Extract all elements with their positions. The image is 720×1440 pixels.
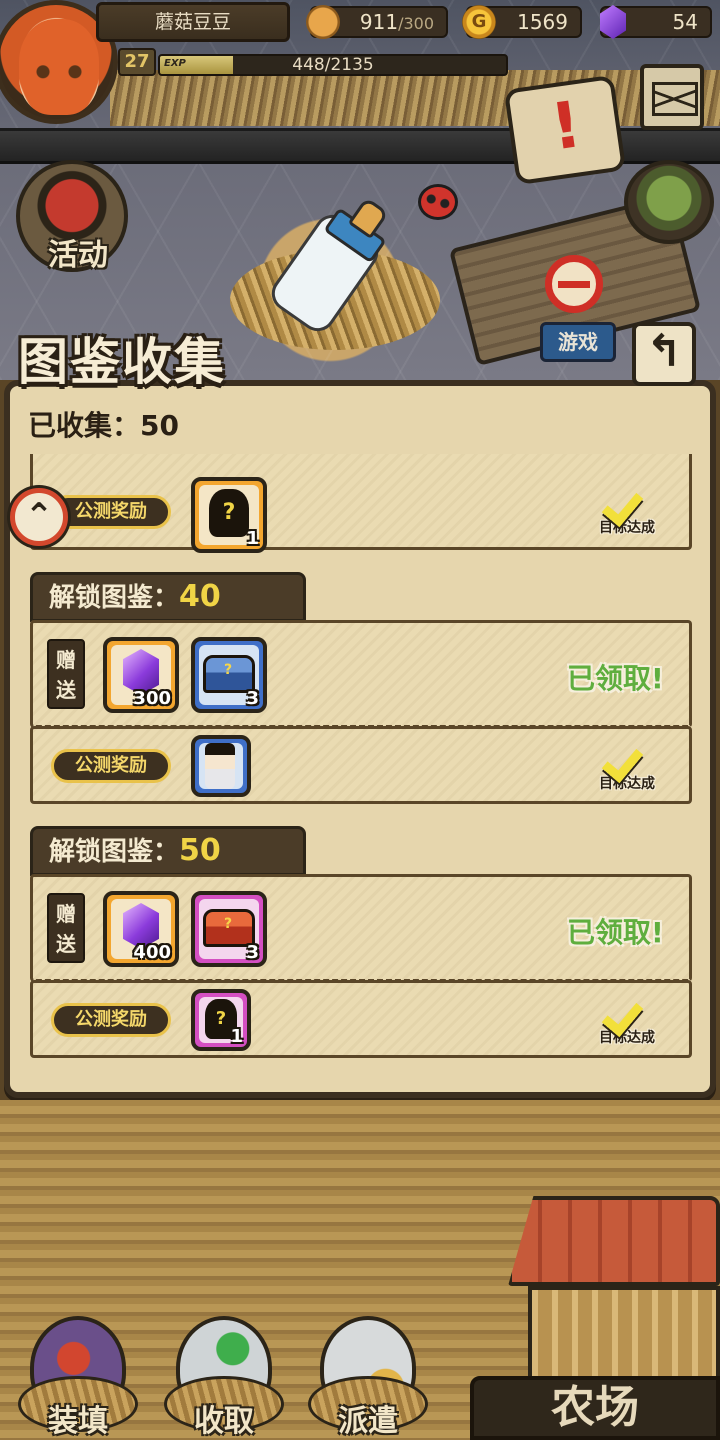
bread-resource[interactable]: 911/300 [306,5,448,39]
collected-count: 已收集：50 [28,409,179,442]
exp-bar: EXP 448/2135 [158,54,508,76]
unlock-label: 解锁图鉴： [49,837,180,867]
load-button[interactable]: 装填 [18,1316,138,1439]
panel-title: 图鉴收集 [18,332,226,391]
no-entry-icon [545,255,603,313]
gift-label: 赠送 [47,639,85,709]
item-count: 3 [246,688,259,709]
exp-value: 448/2135 [292,55,374,75]
gift-label: 赠送 [47,893,85,963]
item-count: 3 [246,942,259,963]
reward-item-character[interactable] [191,735,251,797]
gem-icon [600,5,626,39]
dispatch-label: 派遣 [338,1404,398,1439]
character-icon [205,743,235,789]
tier-reward-row: 公测奖励 ? 1 目标达成 [30,980,692,1058]
goal-achieved-label: 目标达成 [599,776,655,792]
item-count: 300 [133,688,171,709]
item-count: 400 [133,942,171,963]
tier-gift-row: 赠送 300 3 已领取! [30,620,692,728]
mail-button[interactable] [640,64,704,130]
goal-achieved-label: 目标达成 [599,520,655,536]
tier-header: 解锁图鉴：40 [30,572,306,622]
collect-label: 收取 [194,1404,254,1439]
unlock-label: 解锁图鉴： [49,583,180,613]
reward-item-mystery[interactable]: ? 1 [191,477,267,553]
collection-list[interactable]: 公测奖励 ? 1 目标达成 解锁图鉴：40 赠送 300 3 已领取! 公测奖励 [12,454,708,1088]
beta-reward-label: 公测奖励 [51,1003,171,1037]
game-tag[interactable]: 游戏 [540,322,616,362]
gift-item-gems[interactable]: 400 [103,891,179,967]
straw-ledge [110,70,720,126]
barn-wall [528,1286,720,1386]
gold-resource[interactable]: G 1569 [462,5,582,39]
player-name: 蘑菇豆豆 [96,2,290,42]
event-label: 活动 [48,238,108,273]
barn-roof [508,1196,720,1286]
claimed-status: 已领取! [567,916,664,949]
tier-reward-row: 公测奖励 目标达成 [30,726,692,804]
quest-scroll-button[interactable] [503,74,627,186]
goal-achieved: 目标达成 [589,991,665,1047]
gold-coin-icon: G [462,5,496,39]
backpack-button[interactable] [624,160,714,244]
bread-max: /300 [398,14,434,33]
load-label: 装填 [48,1404,108,1439]
gem-resource[interactable]: 54 [600,5,712,39]
beta-reward-label: 公测奖励 [51,749,171,783]
dispatch-button[interactable]: 派遣 [308,1316,428,1439]
goal-achieved: 目标达成 [589,481,665,537]
tier-gift-row: 赠送 400 3 已领取! [30,874,692,982]
collect-button[interactable]: 收取 [164,1316,284,1439]
gift-item-chest[interactable]: 3 [191,637,267,713]
farm-barn-icon[interactable] [508,1196,720,1386]
tier-reward-row: 公测奖励 ? 1 目标达成 [30,454,692,553]
mystery-silhouette-icon: ? [209,489,249,537]
gift-item-gems[interactable]: 300 [103,637,179,713]
farm-button[interactable]: 农场 [470,1376,720,1440]
check-icon [607,737,647,767]
scroll-up-button[interactable]: ⌃ [10,488,68,546]
check-icon [607,991,647,1021]
item-count: 1 [230,1026,243,1047]
player-level: 27 [118,48,156,76]
check-icon [607,481,647,511]
item-count: 1 [246,528,259,549]
goal-achieved: 目标达成 [589,737,665,793]
reward-item-mystery[interactable]: ? 1 [191,989,251,1051]
claimed-status: 已领取! [567,662,664,695]
bread-count: 911 [359,10,399,34]
unlock-threshold: 40 [179,579,221,614]
unlock-threshold: 50 [179,833,221,868]
beta-reward-label: 公测奖励 [51,495,171,529]
ladybug-icon [418,184,458,220]
goal-achieved-label: 目标达成 [599,1030,655,1046]
gold-count: 1569 [517,10,568,34]
back-button[interactable]: ↰ [632,322,696,386]
bread-icon [306,5,340,39]
gem-count: 54 [672,10,698,34]
tier-header: 解锁图鉴：50 [30,826,306,876]
gift-item-chest[interactable]: 3 [191,891,267,967]
avatar-face [19,19,99,115]
